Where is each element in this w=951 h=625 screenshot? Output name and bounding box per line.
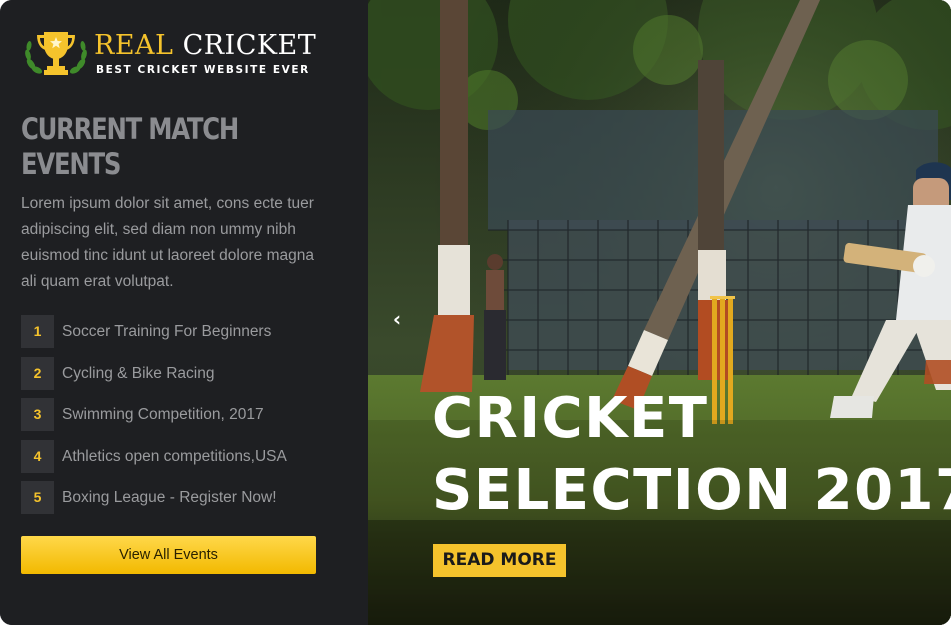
events-description: Lorem ipsum dolor sit amet, cons ecte tu… (21, 195, 314, 290)
event-number: 1 (21, 315, 54, 348)
sidebar: REAL CRICKET BEST CRICKET WEBSITE EVER C… (0, 0, 368, 625)
event-label[interactable]: Boxing League - Register Now! (62, 481, 277, 514)
events-heading: CURRENT MATCH EVENTS (21, 112, 239, 182)
hero-title-line2: SELECTION 2017 (432, 458, 951, 523)
event-number: 3 (21, 398, 54, 431)
event-item[interactable]: 3 Swimming Competition, 2017 (21, 398, 341, 431)
event-number: 2 (21, 356, 54, 390)
events-heading-line2: EVENTS (21, 147, 121, 181)
site-logo[interactable]: REAL CRICKET BEST CRICKET WEBSITE EVER (22, 28, 322, 80)
events-list: 1 Soccer Training For Beginners 2 Cyclin… (21, 315, 341, 523)
event-number: 4 (21, 439, 54, 473)
trophy-laurel-icon (25, 32, 87, 75)
logo-title-real: REAL (94, 30, 174, 61)
hero-title-line1: CRICKET (432, 386, 709, 451)
event-label[interactable]: Athletics open competitions,USA (62, 440, 287, 473)
view-all-events-button[interactable]: View All Events (21, 536, 316, 574)
event-number: 5 (21, 481, 54, 514)
event-item[interactable]: 2 Cycling & Bike Racing (21, 356, 341, 390)
hero-background-image (368, 0, 951, 625)
event-label[interactable]: Swimming Competition, 2017 (62, 398, 264, 431)
event-label[interactable]: Cycling & Bike Racing (62, 357, 214, 390)
logo-title-cricket: CRICKET (182, 30, 317, 61)
logo-tagline: BEST CRICKET WEBSITE EVER (96, 64, 310, 76)
event-label[interactable]: Soccer Training For Beginners (62, 315, 271, 348)
event-item[interactable]: 5 Boxing League - Register Now! (21, 481, 341, 514)
events-heading-line1: CURRENT MATCH (21, 112, 239, 146)
event-item[interactable]: 1 Soccer Training For Beginners (21, 315, 341, 348)
read-more-button[interactable]: READ MORE (433, 544, 566, 577)
logo-title: REAL CRICKET (94, 30, 316, 61)
slider-prev-arrow-icon[interactable]: ‹ (386, 306, 408, 332)
page-frame: REAL CRICKET BEST CRICKET WEBSITE EVER C… (0, 0, 951, 625)
hero-title: CRICKET SELECTION 2017 (432, 383, 951, 527)
hero-slider: ‹ CRICKET SELECTION 2017 READ MORE (368, 0, 951, 625)
event-item[interactable]: 4 Athletics open competitions,USA (21, 439, 341, 473)
